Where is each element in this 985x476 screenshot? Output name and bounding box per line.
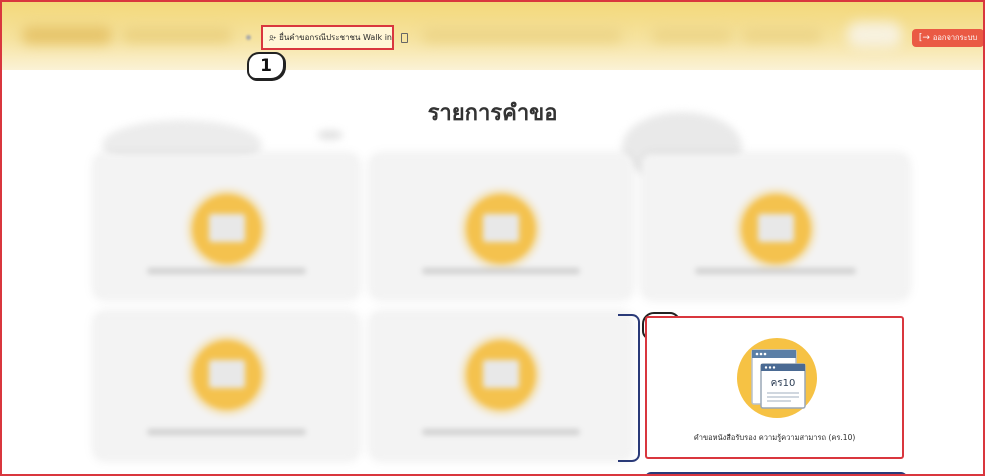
- document-icon[interactable]: [401, 33, 408, 43]
- card-icon: [466, 194, 536, 264]
- request-card-kr10[interactable]: คร10 คำขอหนังสือรับรอง ความรู้ความสามารถ…: [645, 316, 904, 459]
- background-decoration: [317, 130, 343, 140]
- logout-icon: [→: [918, 33, 930, 43]
- blurred-nav-item: [422, 28, 622, 42]
- callout-marker-1: 1: [247, 52, 285, 80]
- blurred-nav-item: [742, 28, 822, 42]
- card-icon: [191, 340, 262, 410]
- blurred-logo: [22, 26, 112, 44]
- top-navbar: ยื่นคำขอกรณีประชาชน Walk in [→ ออกจากระบ…: [2, 2, 983, 70]
- card-icon: [191, 194, 262, 264]
- request-card-blurred[interactable]: [94, 312, 359, 460]
- add-user-icon: [269, 34, 276, 41]
- blurred-nav-item: [652, 28, 732, 42]
- app-frame: ยื่นคำขอกรณีประชาชน Walk in [→ ออกจากระบ…: [0, 0, 985, 476]
- card-label-blurred: [147, 268, 306, 274]
- blurred-nav-item: [122, 28, 232, 42]
- card-border-accent: [618, 314, 640, 462]
- card-label-blurred: [695, 268, 856, 274]
- logout-label: ออกจากระบบ: [932, 33, 978, 42]
- request-card-blurred[interactable]: [642, 154, 909, 299]
- logout-button[interactable]: [→ ออกจากระบบ: [912, 29, 983, 47]
- nav-dot: [246, 35, 251, 40]
- request-card-kr10-label: คำขอหนังสือรับรอง ความรู้ความสามารถ (คร.…: [693, 433, 856, 442]
- blurred-user-avatar: [847, 22, 902, 48]
- request-card-blurred[interactable]: [370, 312, 632, 460]
- walkin-request-button[interactable]: ยื่นคำขอกรณีประชาชน Walk in: [261, 25, 394, 50]
- card-icon: [466, 340, 536, 410]
- card-icon: [740, 194, 811, 264]
- card-label-blurred: [422, 268, 580, 274]
- kr10-icon-text: คร10: [771, 378, 796, 389]
- card-border-accent: [645, 472, 907, 474]
- card-label-blurred: [422, 429, 580, 435]
- request-card-blurred[interactable]: [94, 154, 359, 299]
- certificate-document-icon: คร10: [737, 338, 817, 418]
- request-card-blurred[interactable]: [370, 154, 632, 299]
- card-label-blurred: [147, 429, 306, 435]
- walkin-request-label: ยื่นคำขอกรณีประชาชน Walk in: [279, 33, 392, 42]
